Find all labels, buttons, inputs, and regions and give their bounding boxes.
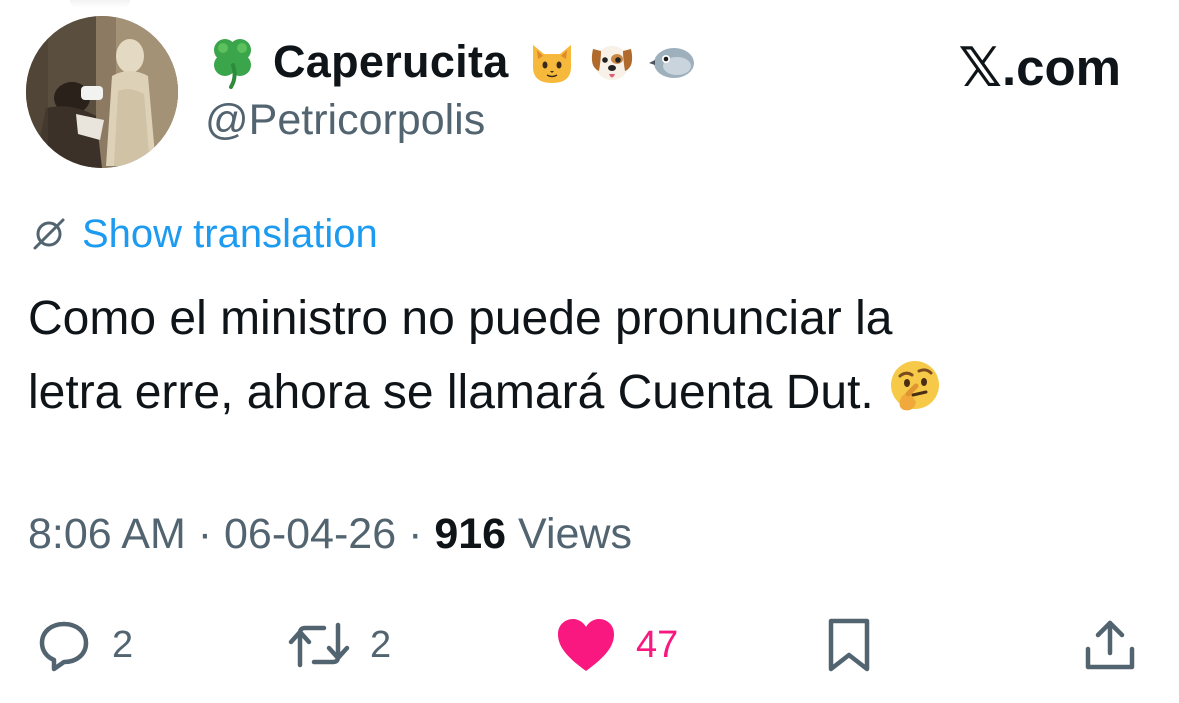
reply-icon <box>39 621 89 672</box>
tweet-time[interactable]: 8:06 AM <box>28 510 186 558</box>
reply-button[interactable]: 2 <box>34 610 133 680</box>
avatar[interactable] <box>26 16 178 168</box>
bird-icon <box>648 48 694 78</box>
show-translation-link[interactable]: Show translation <box>30 210 378 258</box>
cat-face-icon <box>532 45 571 83</box>
bookmark-icon <box>828 618 870 672</box>
thinking-face-icon <box>890 361 939 411</box>
four-leaf-clover-icon <box>214 39 251 89</box>
bookmark-button[interactable] <box>822 610 876 680</box>
x-logo-icon: 𝕏 <box>958 36 1002 99</box>
tweet-text-line-2-wrap: letra erre, ahora se llamará Cuenta Dut. <box>28 356 1148 430</box>
tweet-meta: 8:06 AM · 06-04-26 · 916 Views <box>28 510 632 559</box>
top-edge-fade <box>70 0 130 8</box>
meta-separator: · <box>185 510 224 558</box>
repost-icon <box>288 622 350 668</box>
tweet-action-bar: 2 2 47 <box>0 610 1179 680</box>
dog-face-icon <box>591 46 632 80</box>
like-button[interactable]: 47 <box>554 610 678 680</box>
share-button[interactable] <box>1082 610 1138 680</box>
repost-button[interactable]: 2 <box>286 610 391 680</box>
reply-count: 2 <box>112 623 134 666</box>
heart-filled-icon <box>558 619 614 671</box>
tweet-text: Como el ministro no puede pronunciar la … <box>28 282 1148 430</box>
views-count: 916 <box>434 510 507 558</box>
repost-count: 2 <box>370 623 392 666</box>
author-name-row[interactable]: Caperucita <box>205 34 697 90</box>
globe-slash-icon <box>33 218 65 250</box>
author-handle[interactable]: @Petricorpolis <box>205 96 485 145</box>
like-count: 47 <box>636 623 679 666</box>
show-translation-label[interactable]: Show translation <box>82 212 378 257</box>
site-domain-text: .com <box>1001 39 1121 96</box>
tweet-text-line-1: Como el ministro no puede pronunciar la <box>28 292 893 345</box>
tweet-date[interactable]: 06-04-26 <box>224 510 396 558</box>
share-icon <box>1085 620 1135 670</box>
tweet-text-line-2: letra erre, ahora se llamará Cuenta Dut. <box>28 366 874 419</box>
meta-separator-2: · <box>396 510 435 558</box>
views-label: Views <box>506 510 632 558</box>
avatar-image <box>26 16 178 168</box>
display-name[interactable]: Caperucita <box>273 36 509 88</box>
site-watermark: 𝕏 .com <box>958 36 1121 99</box>
